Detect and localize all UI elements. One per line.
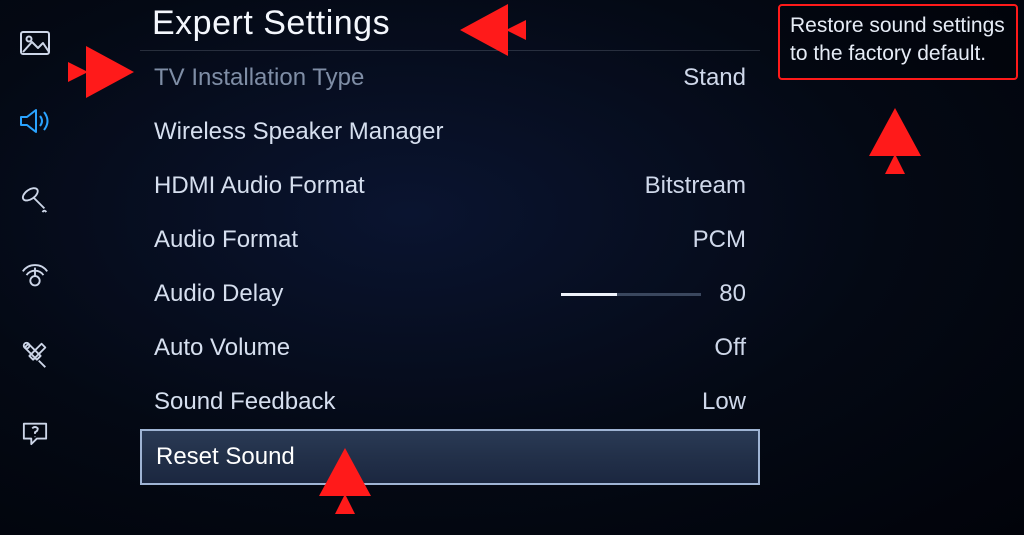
slider-track xyxy=(561,293,701,296)
settings-list: TV Installation Type Stand Wireless Spea… xyxy=(140,51,760,485)
sound-icon[interactable] xyxy=(18,106,52,136)
row-label: Audio Delay xyxy=(154,280,561,308)
help-description-text: Restore sound settings to the factory de… xyxy=(790,14,1005,65)
row-tv-installation-type[interactable]: TV Installation Type Stand xyxy=(140,51,760,105)
page-title: Expert Settings xyxy=(140,0,760,51)
settings-sidebar xyxy=(0,0,70,535)
row-value: Off xyxy=(714,334,746,362)
network-icon[interactable] xyxy=(18,262,52,292)
slider-fill xyxy=(561,293,617,296)
system-icon[interactable] xyxy=(18,340,52,370)
row-label: HDMI Audio Format xyxy=(154,172,645,200)
picture-icon[interactable] xyxy=(18,28,52,58)
row-auto-volume[interactable]: Auto Volume Off xyxy=(140,321,760,375)
row-value: Low xyxy=(702,388,746,416)
row-label: Auto Volume xyxy=(154,334,714,362)
row-label: Reset Sound xyxy=(156,443,744,471)
settings-panel: Expert Settings TV Installation Type Sta… xyxy=(140,0,760,535)
row-label: TV Installation Type xyxy=(154,64,683,92)
help-description-box: Restore sound settings to the factory de… xyxy=(778,4,1018,80)
support-icon[interactable] xyxy=(18,418,52,448)
row-wireless-speaker-manager[interactable]: Wireless Speaker Manager xyxy=(140,105,760,159)
row-reset-sound[interactable]: Reset Sound xyxy=(140,429,760,485)
broadcast-icon[interactable] xyxy=(18,184,52,214)
row-label: Wireless Speaker Manager xyxy=(154,118,746,146)
row-value: Bitstream xyxy=(645,172,746,200)
row-sound-feedback[interactable]: Sound Feedback Low xyxy=(140,375,760,429)
row-label: Sound Feedback xyxy=(154,388,702,416)
row-hdmi-audio-format[interactable]: HDMI Audio Format Bitstream xyxy=(140,159,760,213)
row-value: Stand xyxy=(683,64,746,92)
row-value: PCM xyxy=(693,226,746,254)
row-label: Audio Format xyxy=(154,226,693,254)
audio-delay-slider[interactable]: 80 xyxy=(561,280,746,308)
row-audio-delay[interactable]: Audio Delay 80 xyxy=(140,267,760,321)
row-value: 80 xyxy=(719,280,746,308)
row-audio-format[interactable]: Audio Format PCM xyxy=(140,213,760,267)
